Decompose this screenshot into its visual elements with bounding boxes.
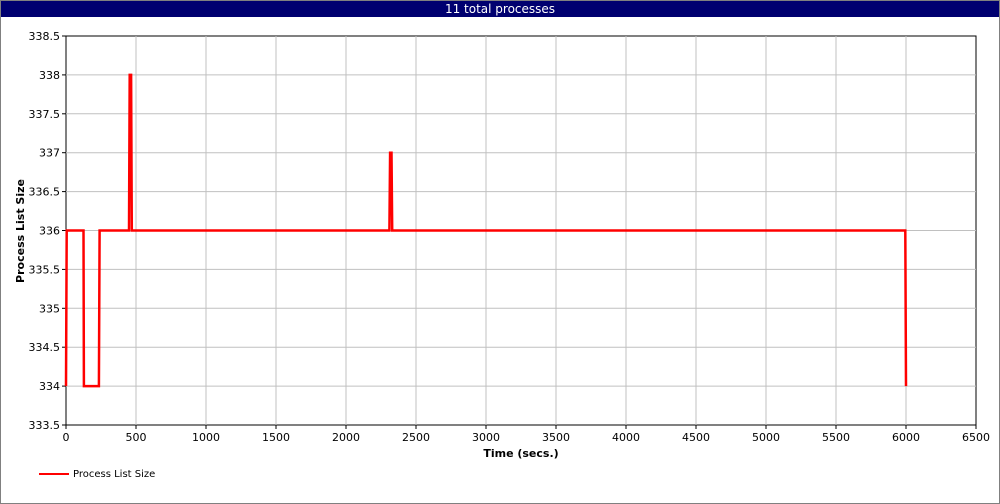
y-tick-label: 335 <box>39 302 60 315</box>
x-tick-label: 4500 <box>682 431 710 444</box>
x-tick-label: 0 <box>63 431 70 444</box>
y-tick-label: 336.5 <box>29 186 61 199</box>
y-tick-label: 334 <box>39 380 60 393</box>
x-tick-label: 5500 <box>822 431 850 444</box>
x-tick-label: 2500 <box>402 431 430 444</box>
y-tick-label: 335.5 <box>29 263 61 276</box>
legend: Process List Size <box>39 467 155 481</box>
legend-swatch <box>39 473 69 475</box>
y-tick-label: 337 <box>39 147 60 160</box>
y-axis-label: Process List Size <box>14 179 27 283</box>
x-tick-label: 3000 <box>472 431 500 444</box>
x-axis-label: Time (secs.) <box>483 447 558 460</box>
y-tick-label: 334.5 <box>29 341 61 354</box>
x-tick-label: 2000 <box>332 431 360 444</box>
line-chart: 333.5 334 334.5 335 335.5 336 336.5 337 337.5 338… <box>14 30 990 460</box>
x-tick-label: 4000 <box>612 431 640 444</box>
x-tick-label: 1000 <box>192 431 220 444</box>
x-tick-label: 500 <box>126 431 147 444</box>
x-tick-label: 5000 <box>752 431 780 444</box>
y-tick-label: 337.5 <box>29 108 61 121</box>
y-tick-label: 336 <box>39 225 60 238</box>
legend-label: Process List Size <box>73 468 156 480</box>
y-tick-label: 338 <box>39 69 60 82</box>
x-tick-label: 3500 <box>542 431 570 444</box>
chart-window: 11 total processes 333.5 334 334.5 335 335.5… <box>0 0 1000 504</box>
x-axis-ticks: 0 500 1000 1500 2000 2500 3000 3500 4000 4500 5000… <box>63 425 990 444</box>
y-axis-ticks: 333.5 334 334.5 335 335.5 336 336.5 337 337.5 338… <box>29 30 66 432</box>
y-tick-label: 338.5 <box>29 30 61 43</box>
x-tick-label: 1500 <box>262 431 290 444</box>
y-tick-label: 333.5 <box>29 419 61 432</box>
x-tick-label: 6000 <box>892 431 920 444</box>
x-tick-label: 6500 <box>962 431 990 444</box>
